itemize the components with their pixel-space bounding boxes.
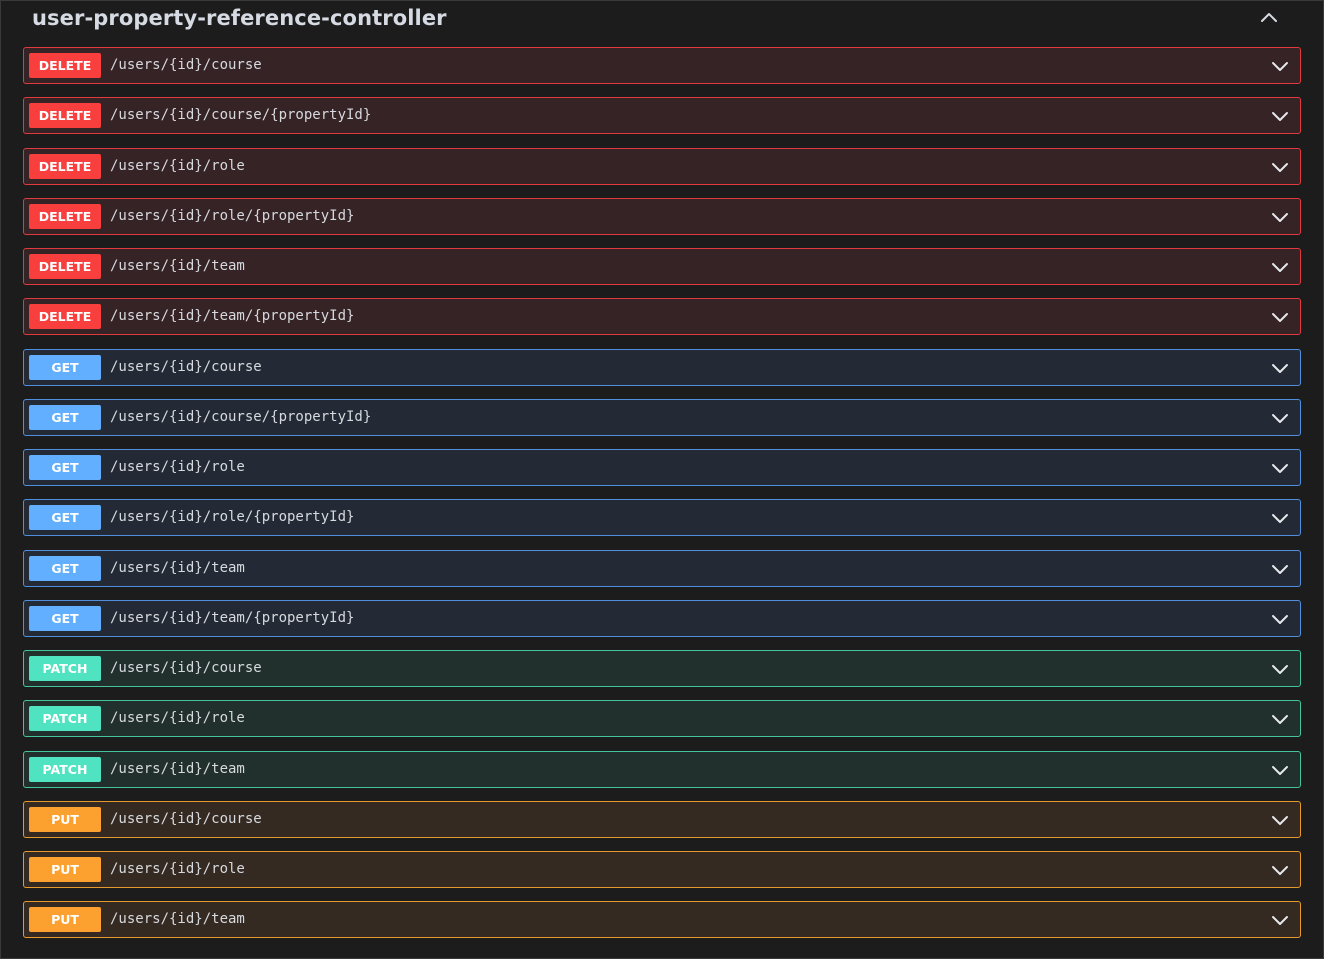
method-badge: DELETE — [29, 53, 101, 78]
chevron-down-icon[interactable] — [1270, 609, 1290, 629]
endpoint-path: /users/{id}/team — [110, 911, 245, 928]
method-badge: PATCH — [29, 706, 101, 732]
method-badge: DELETE — [29, 203, 101, 229]
chevron-down-icon[interactable] — [1270, 508, 1290, 528]
method-badge: DELETE — [29, 304, 101, 330]
operation-row-get[interactable]: GET/users/{id}/role/{propertyId} — [23, 499, 1301, 537]
chevron-up-icon[interactable] — [1256, 5, 1282, 29]
operation-row-get[interactable]: GET/users/{id}/role — [23, 449, 1301, 486]
chevron-down-icon[interactable] — [1270, 257, 1290, 277]
method-badge: DELETE — [29, 103, 101, 129]
endpoint-path: /users/{id}/role — [110, 710, 245, 727]
operation-row-delete[interactable]: DELETE/users/{id}/role — [23, 147, 1301, 185]
operation-row-delete[interactable]: DELETE/users/{id}/role/{propertyId} — [23, 197, 1301, 235]
method-badge: GET — [29, 555, 101, 581]
chevron-down-icon[interactable] — [1270, 458, 1290, 478]
endpoint-path: /users/{id}/course — [110, 660, 262, 676]
method-badge: DELETE — [29, 254, 101, 279]
method-badge: GET — [29, 505, 101, 531]
chevron-down-icon[interactable] — [1270, 910, 1290, 930]
method-badge: PUT — [29, 907, 101, 933]
method-badge: DELETE — [29, 153, 101, 179]
endpoint-path: /users/{id}/team — [110, 258, 245, 274]
endpoint-path: /users/{id}/course — [110, 57, 262, 73]
endpoint-path: /users/{id}/course/{propertyId} — [110, 107, 372, 124]
method-badge: GET — [29, 605, 101, 631]
chevron-down-icon[interactable] — [1270, 358, 1290, 378]
endpoint-path: /users/{id}/team — [110, 760, 245, 777]
chevron-down-icon[interactable] — [1270, 56, 1290, 76]
operation-row-delete[interactable]: DELETE/users/{id}/team/{propertyId} — [23, 298, 1301, 336]
method-badge: PATCH — [29, 756, 101, 782]
operation-row-get[interactable]: GET/users/{id}/course/{propertyId} — [23, 398, 1301, 436]
endpoint-path: /users/{id}/role — [110, 459, 245, 475]
api-section: user-property-reference-controller DELET… — [0, 0, 1324, 959]
operation-row-patch[interactable]: PATCH/users/{id}/team — [23, 750, 1301, 788]
endpoint-path: /users/{id}/course/{propertyId} — [110, 408, 372, 425]
operation-row-get[interactable]: GET/users/{id}/team — [23, 549, 1301, 587]
chevron-down-icon[interactable] — [1270, 307, 1290, 327]
endpoint-path: /users/{id}/course — [110, 810, 262, 827]
section-header[interactable]: user-property-reference-controller — [1, 1, 1323, 37]
endpoint-path: /users/{id}/team/{propertyId} — [110, 308, 355, 325]
method-badge: GET — [29, 354, 101, 380]
chevron-down-icon[interactable] — [1270, 659, 1290, 679]
chevron-down-icon[interactable] — [1270, 408, 1290, 428]
endpoint-path: /users/{id}/role — [110, 157, 245, 174]
chevron-down-icon[interactable] — [1270, 860, 1290, 880]
endpoint-path: /users/{id}/team/{propertyId} — [110, 609, 355, 626]
chevron-down-icon[interactable] — [1270, 207, 1290, 227]
method-badge: GET — [29, 455, 101, 480]
method-badge: PATCH — [29, 656, 101, 681]
operation-row-delete[interactable]: DELETE/users/{id}/team — [23, 248, 1301, 285]
endpoint-path: /users/{id}/role/{propertyId} — [110, 207, 355, 224]
operations-list: DELETE/users/{id}/course DELETE/users/{id… — [23, 47, 1301, 952]
section-title[interactable]: user-property-reference-controller — [32, 3, 447, 33]
chevron-down-icon[interactable] — [1270, 810, 1290, 830]
method-badge: GET — [29, 404, 101, 430]
operation-row-delete[interactable]: DELETE/users/{id}/course/{propertyId} — [23, 97, 1301, 135]
method-badge: PUT — [29, 857, 101, 882]
operation-row-get[interactable]: GET/users/{id}/team/{propertyId} — [23, 599, 1301, 637]
chevron-down-icon[interactable] — [1270, 106, 1290, 126]
operation-row-patch[interactable]: PATCH/users/{id}/course — [23, 650, 1301, 687]
endpoint-path: /users/{id}/role — [110, 861, 245, 877]
operation-row-patch[interactable]: PATCH/users/{id}/role — [23, 700, 1301, 738]
operation-row-put[interactable]: PUT/users/{id}/role — [23, 851, 1301, 888]
chevron-down-icon[interactable] — [1270, 157, 1290, 177]
endpoint-path: /users/{id}/team — [110, 559, 245, 576]
chevron-down-icon[interactable] — [1270, 760, 1290, 780]
chevron-down-icon[interactable] — [1270, 559, 1290, 579]
chevron-down-icon[interactable] — [1270, 709, 1290, 729]
method-badge: PUT — [29, 806, 101, 832]
operation-row-put[interactable]: PUT/users/{id}/team — [23, 901, 1301, 939]
endpoint-path: /users/{id}/role/{propertyId} — [110, 509, 355, 526]
operation-row-get[interactable]: GET/users/{id}/course — [23, 348, 1301, 386]
endpoint-path: /users/{id}/course — [110, 358, 262, 375]
operation-row-delete[interactable]: DELETE/users/{id}/course — [23, 47, 1301, 84]
operation-row-put[interactable]: PUT/users/{id}/course — [23, 800, 1301, 838]
